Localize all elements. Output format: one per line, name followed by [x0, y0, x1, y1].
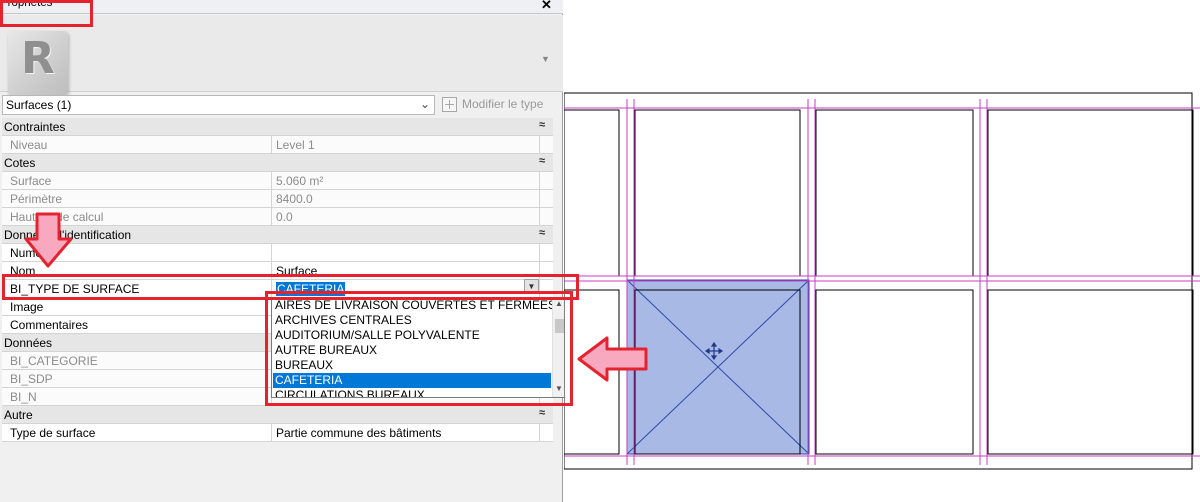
- group-cotes[interactable]: Cotes ≈: [2, 154, 553, 172]
- instance-filter-label: Surfaces (1): [6, 98, 72, 112]
- edit-type-label: Modifier le type: [462, 97, 544, 111]
- annotation-box-title: [0, 0, 93, 27]
- floor-plan-drawing[interactable]: [563, 0, 1200, 502]
- property-row-numero[interactable]: Numéro: [2, 244, 553, 262]
- group-label: Cotes: [4, 156, 36, 170]
- instance-filter-dropdown[interactable]: Surfaces (1) ⌄: [2, 95, 435, 115]
- annotation-arrow-left-icon: [577, 336, 648, 382]
- collapse-icon[interactable]: ≈: [539, 155, 545, 167]
- collapse-icon[interactable]: ≈: [539, 119, 545, 131]
- property-row-type-surface[interactable]: Type de surface Partie commune des bâtim…: [2, 424, 553, 442]
- group-label: Autre: [4, 408, 33, 422]
- property-grid-empty-area: [2, 442, 553, 502]
- group-donnees-identification[interactable]: Données d'identification ≈: [2, 226, 553, 244]
- property-name: BI_SDP: [2, 370, 272, 388]
- property-name: BI_CATEGORIE: [2, 352, 272, 370]
- property-value: Level 1: [273, 136, 540, 154]
- property-value: 5.060 m²: [273, 172, 540, 190]
- property-value: 8400.0: [273, 190, 540, 208]
- property-value: 0.0: [273, 208, 540, 226]
- property-value[interactable]: [273, 244, 540, 262]
- property-row-perimetre: Périmètre 8400.0: [2, 190, 553, 208]
- drawing-canvas[interactable]: [563, 0, 1200, 502]
- property-name: BI_N: [2, 388, 272, 406]
- property-name: Image: [2, 298, 272, 316]
- group-autre[interactable]: Autre ≈: [2, 406, 553, 424]
- collapse-icon[interactable]: ≈: [539, 227, 545, 239]
- revit-logo: R: [8, 31, 68, 95]
- edit-type-button[interactable]: Modifier le type: [440, 95, 560, 115]
- property-name: Type de surface: [2, 424, 272, 442]
- group-label: Données: [4, 336, 53, 350]
- chevron-down-icon[interactable]: ⌄: [420, 97, 430, 111]
- property-name: Surface: [2, 172, 272, 190]
- type-list-arrow-icon[interactable]: ▼: [541, 54, 550, 64]
- property-row-niveau: Niveau Level 1: [2, 136, 553, 154]
- property-name: Périmètre: [2, 190, 272, 208]
- property-name: Commentaires: [2, 316, 272, 334]
- annotation-box-dropdown: [265, 291, 573, 406]
- revit-logo-letter: R: [21, 33, 55, 84]
- group-contraintes[interactable]: Contraintes ≈: [2, 118, 553, 136]
- group-label: Contraintes: [4, 120, 66, 134]
- collapse-icon[interactable]: ≈: [539, 407, 545, 419]
- property-row-surface: Surface 5.060 m²: [2, 172, 553, 190]
- close-icon[interactable]: ✕: [541, 0, 552, 13]
- properties-panel: Propriétés ✕ R ▼ Surfaces (1) ⌄ Modifier…: [0, 0, 566, 502]
- property-row-hauteur: Hauteur de calcul 0.0: [2, 208, 553, 226]
- property-name: Niveau: [2, 136, 272, 154]
- property-value[interactable]: Partie commune des bâtiments: [273, 424, 540, 442]
- annotation-arrow-down-icon: [24, 212, 73, 268]
- edit-type-icon: [442, 97, 457, 112]
